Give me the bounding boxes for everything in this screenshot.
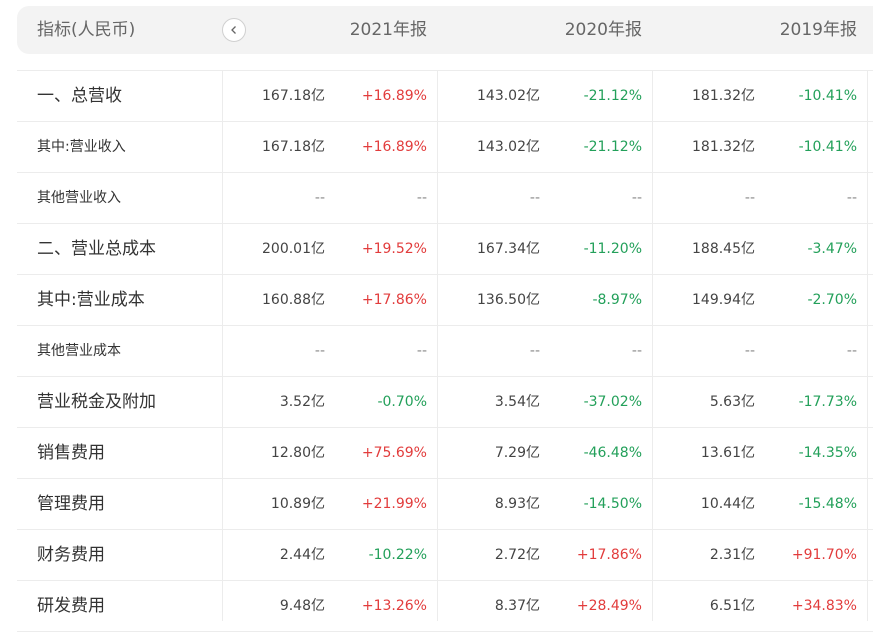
change-cell: +13.26% <box>361 598 427 614</box>
value-cell: 3.54亿 <box>494 394 540 410</box>
value-cell: 181.32亿 <box>692 88 755 104</box>
row-label: 研发费用 <box>37 596 105 616</box>
table-header: 指标(人民币) 2021年报 2020年报 2019年报 <box>17 6 873 54</box>
table-row: 其中:营业收入 167.18亿 +16.89% 143.02亿 -21.12% 181.3… <box>17 122 873 173</box>
header-year-2020[interactable]: 2020年报 <box>522 6 642 54</box>
table-row: 其他营业收入 -- -- -- -- -- -- <box>17 173 873 224</box>
row-label: 其他营业收入 <box>37 190 121 206</box>
change-cell: +75.69% <box>361 445 427 461</box>
table-row: 其中:营业成本 160.88亿 +17.86% 136.50亿 -8.97% 149.94… <box>17 275 873 326</box>
change-cell: -8.97% <box>592 292 642 308</box>
row-label: 二、营业总成本 <box>37 239 156 259</box>
change-cell: -- <box>416 190 427 206</box>
value-cell: 12.80亿 <box>270 445 325 461</box>
value-cell: 10.44亿 <box>700 496 755 512</box>
change-cell: +16.89% <box>361 88 427 104</box>
value-cell: 2.31亿 <box>709 547 755 563</box>
table-row: 研发费用 9.48亿 +13.26% 8.37亿 +28.49% 6.51亿 +34.83% <box>17 581 873 632</box>
table-row: 销售费用 12.80亿 +75.69% 7.29亿 -46.48% 13.61亿 -14.3… <box>17 428 873 479</box>
value-cell: 5.63亿 <box>709 394 755 410</box>
change-cell: -17.73% <box>798 394 857 410</box>
change-cell: +16.89% <box>361 139 427 155</box>
header-year-2021[interactable]: 2021年报 <box>307 6 427 54</box>
change-cell: -21.12% <box>583 139 642 155</box>
value-cell: 2.72亿 <box>494 547 540 563</box>
change-cell: -46.48% <box>583 445 642 461</box>
value-cell: 188.45亿 <box>692 241 755 257</box>
change-cell: +91.70% <box>791 547 857 563</box>
change-cell: -10.41% <box>798 88 857 104</box>
table-row: 一、总营收 167.18亿 +16.89% 143.02亿 -21.12% 181.32亿… <box>17 70 873 122</box>
change-cell: -15.48% <box>798 496 857 512</box>
value-cell: 167.34亿 <box>477 241 540 257</box>
value-cell: -- <box>744 190 755 206</box>
change-cell: -- <box>846 190 857 206</box>
change-cell: -0.70% <box>377 394 427 410</box>
value-cell: -- <box>529 190 540 206</box>
value-cell: 8.37亿 <box>494 598 540 614</box>
value-cell: 149.94亿 <box>692 292 755 308</box>
value-cell: 181.32亿 <box>692 139 755 155</box>
value-cell: 200.01亿 <box>262 241 325 257</box>
header-year-2019[interactable]: 2019年报 <box>737 6 857 54</box>
change-cell: -- <box>631 343 642 359</box>
table-row: 二、营业总成本 200.01亿 +19.52% 167.34亿 -11.20% 188.4… <box>17 224 873 275</box>
table-row: 其他营业成本 -- -- -- -- -- -- <box>17 326 873 377</box>
value-cell: 6.51亿 <box>709 598 755 614</box>
value-cell: -- <box>314 190 325 206</box>
value-cell: 143.02亿 <box>477 139 540 155</box>
value-cell: 2.44亿 <box>279 547 325 563</box>
row-label: 其中:营业成本 <box>37 290 145 310</box>
change-cell: -- <box>631 190 642 206</box>
value-cell: 167.18亿 <box>262 88 325 104</box>
value-cell: -- <box>744 343 755 359</box>
value-cell: 143.02亿 <box>477 88 540 104</box>
change-cell: -37.02% <box>583 394 642 410</box>
row-label: 财务费用 <box>37 545 105 565</box>
row-label: 一、总营收 <box>37 86 122 106</box>
change-cell: -14.35% <box>798 445 857 461</box>
change-cell: -- <box>846 343 857 359</box>
row-label: 其中:营业收入 <box>37 139 126 155</box>
value-cell: 160.88亿 <box>262 292 325 308</box>
value-cell: -- <box>529 343 540 359</box>
change-cell: -2.70% <box>807 292 857 308</box>
change-cell: +34.83% <box>791 598 857 614</box>
chevron-left-icon <box>231 26 236 34</box>
change-cell: +19.52% <box>361 241 427 257</box>
row-label: 销售费用 <box>37 443 105 463</box>
value-cell: 3.52亿 <box>279 394 325 410</box>
row-label: 其他营业成本 <box>37 343 121 359</box>
value-cell: 10.89亿 <box>270 496 325 512</box>
value-cell: 7.29亿 <box>494 445 540 461</box>
change-cell: +21.99% <box>361 496 427 512</box>
scroll-left-button[interactable] <box>222 18 246 42</box>
value-cell: 8.93亿 <box>494 496 540 512</box>
change-cell: +17.86% <box>361 292 427 308</box>
table-row: 管理费用 10.89亿 +21.99% 8.93亿 -14.50% 10.44亿 -15.4… <box>17 479 873 530</box>
header-indicator-label: 指标(人民币) <box>37 20 136 40</box>
change-cell: +17.86% <box>576 547 642 563</box>
value-cell: -- <box>314 343 325 359</box>
table-row: 财务费用 2.44亿 -10.22% 2.72亿 +17.86% 2.31亿 +91.70% <box>17 530 873 581</box>
change-cell: +28.49% <box>576 598 642 614</box>
value-cell: 13.61亿 <box>700 445 755 461</box>
change-cell: -- <box>416 343 427 359</box>
change-cell: -14.50% <box>583 496 642 512</box>
change-cell: -11.20% <box>583 241 642 257</box>
change-cell: -10.41% <box>798 139 857 155</box>
row-label: 营业税金及附加 <box>37 392 156 412</box>
change-cell: -3.47% <box>807 241 857 257</box>
table-row: 营业税金及附加 3.52亿 -0.70% 3.54亿 -37.02% 5.63亿 -17.7… <box>17 377 873 428</box>
financial-table: 一、总营收 167.18亿 +16.89% 143.02亿 -21.12% 181.32亿… <box>17 70 873 632</box>
value-cell: 136.50亿 <box>477 292 540 308</box>
value-cell: 9.48亿 <box>279 598 325 614</box>
change-cell: -21.12% <box>583 88 642 104</box>
value-cell: 167.18亿 <box>262 139 325 155</box>
row-label: 管理费用 <box>37 494 105 514</box>
change-cell: -10.22% <box>368 547 427 563</box>
